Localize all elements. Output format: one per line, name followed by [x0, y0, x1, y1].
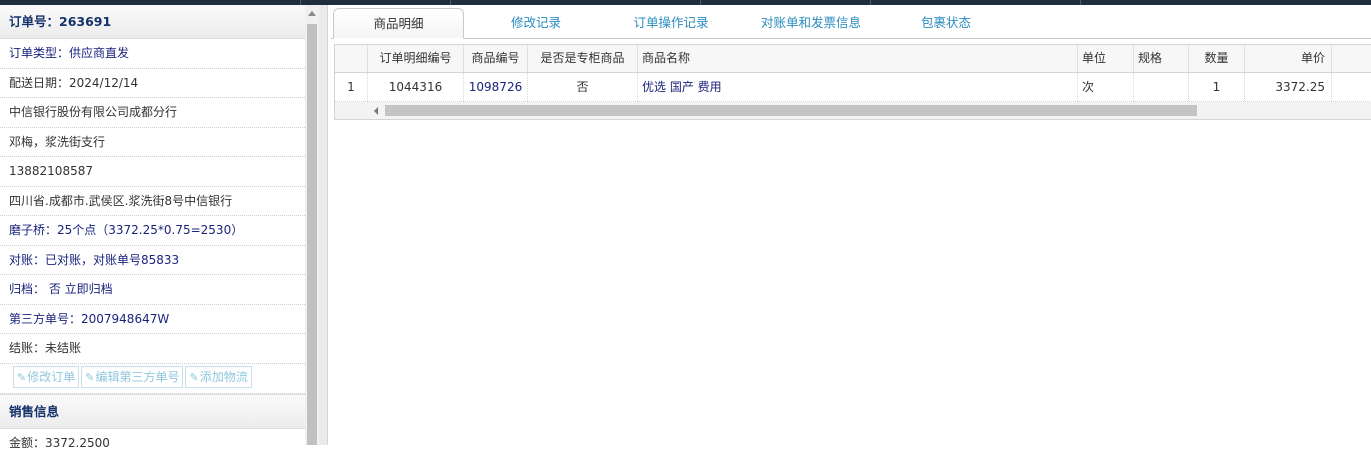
unit-price-cell: 3372.25 — [1245, 73, 1332, 101]
third-party-number: 第三方单号：2007948647W — [0, 305, 305, 334]
order-actions: ✎修改订单 ✎编辑第三方单号 ✎添加物流 — [0, 364, 305, 394]
sales-info-header: 销售信息 — [0, 393, 305, 429]
add-logistics-label: 添加物流 — [199, 369, 248, 384]
edit-icon: ✎ — [189, 370, 199, 384]
product-detail-grid: 订单明细编号 商品编号 是否是专柜商品 商品名称 单位 规格 数量 单价 1 1… — [334, 44, 1371, 120]
product-name-link[interactable]: 优选 国产 费用 — [638, 73, 1078, 101]
quantity-cell: 1 — [1189, 73, 1245, 101]
scrollbar-thumb[interactable] — [307, 24, 317, 445]
column-header[interactable]: 订单明细编号 — [368, 45, 464, 72]
order-type: 订单类型：供应商直发 — [0, 39, 305, 69]
column-header[interactable]: 是否是专柜商品 — [528, 45, 638, 72]
delivery-date: 配送日期：2024/12/14 — [0, 69, 305, 98]
detail-tabs: 商品明细 修改记录 订单操作记录 对账单和发票信息 包裹状态 — [331, 5, 1371, 39]
tab-product-details[interactable]: 商品明细 — [333, 8, 464, 39]
grid-header: 订单明细编号 商品编号 是否是专柜商品 商品名称 单位 规格 数量 单价 — [335, 45, 1371, 73]
contact-phone: 13882108587 — [0, 157, 305, 187]
edit-order-button[interactable]: ✎修改订单 — [13, 365, 80, 388]
customer-company: 中信银行股份有限公司成都分行 — [0, 98, 305, 128]
spec-cell — [1134, 73, 1189, 101]
tab-package-status[interactable]: 包裹状态 — [901, 8, 991, 38]
column-header[interactable]: 单位 — [1078, 45, 1134, 72]
add-logistics-button[interactable]: ✎添加物流 — [185, 365, 252, 388]
order-number-header: 订单号：263691 — [0, 5, 305, 39]
order-info-panel: 订单号：263691 订单类型：供应商直发 配送日期：2024/12/14 中信… — [0, 5, 306, 450]
scroll-left-icon[interactable] — [374, 107, 378, 115]
column-header[interactable]: 商品编号 — [464, 45, 528, 72]
table-row[interactable]: 1 1044316 1098726 否 优选 国产 费用 次 1 3372.25 — [335, 73, 1371, 102]
row-number: 1 — [335, 73, 368, 101]
edit-third-party-button[interactable]: ✎编辑第三方单号 — [81, 365, 184, 388]
tab-statement-invoice[interactable]: 对账单和发票信息 — [741, 8, 881, 38]
edit-icon: ✎ — [17, 370, 27, 384]
product-number-link[interactable]: 1098726 — [464, 73, 528, 101]
scrollbar-thumb[interactable] — [385, 105, 1197, 116]
tab-order-operation-log[interactable]: 订单操作记录 — [611, 8, 731, 38]
delivery-address: 四川省.成都市.武侯区.浆洗街8号中信银行 — [0, 187, 305, 216]
counter-product-cell: 否 — [528, 73, 638, 101]
edit-icon: ✎ — [85, 370, 95, 384]
panel-splitter[interactable] — [319, 5, 328, 445]
commission-info: 磨子桥：25个点（3372.25*0.75=2530） — [0, 216, 305, 246]
column-header[interactable]: 单价 — [1245, 45, 1332, 72]
settlement-status: 结账：未结账 — [0, 334, 305, 364]
reconciliation-status: 对账：已对账，对账单号85833 — [0, 246, 305, 275]
contact-person: 邓梅，浆洗街支行 — [0, 128, 305, 157]
edit-third-party-label: 编辑第三方单号 — [95, 369, 180, 384]
scroll-up-icon[interactable] — [308, 11, 316, 16]
edit-order-label: 修改订单 — [27, 369, 76, 384]
tab-modification-log[interactable]: 修改记录 — [481, 8, 591, 38]
row-number-header — [335, 45, 368, 72]
detail-number-cell: 1044316 — [368, 73, 464, 101]
sales-amount: 金额：3372.2500 — [9, 435, 110, 450]
column-header[interactable]: 数量 — [1189, 45, 1245, 72]
archive-status[interactable]: 归档： 否 立即归档 — [0, 275, 305, 305]
left-panel-scrollbar[interactable] — [305, 5, 319, 445]
unit-cell: 次 — [1078, 73, 1134, 101]
column-header[interactable]: 规格 — [1134, 45, 1189, 72]
column-header[interactable]: 商品名称 — [638, 45, 1078, 72]
grid-horizontal-scrollbar[interactable] — [335, 102, 1371, 119]
